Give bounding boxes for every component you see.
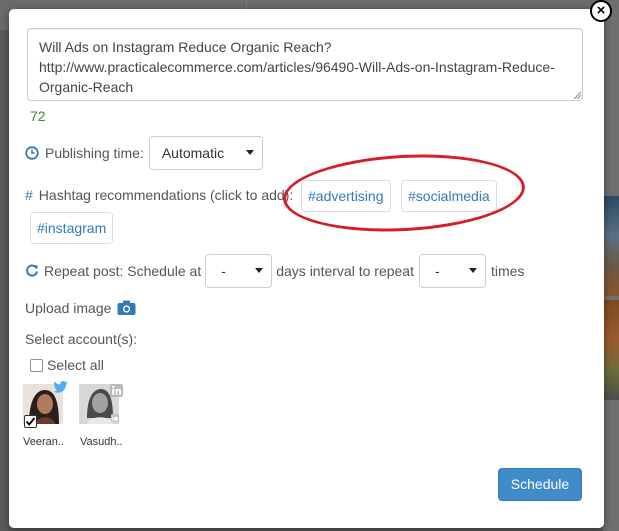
select-all-row[interactable]: Select all (30, 357, 104, 373)
checkmark-icon (25, 417, 36, 426)
close-button[interactable]: × (590, 0, 612, 22)
clock-icon (25, 146, 39, 160)
resize-grip-icon[interactable] (573, 91, 581, 99)
days-interval-label: days interval to repeat (276, 263, 414, 279)
select-all-checkbox[interactable] (30, 358, 43, 372)
publishing-time-value: Automatic (161, 145, 225, 161)
repeat-days-value: - (221, 263, 226, 279)
select-all-label[interactable]: Select all (47, 357, 104, 373)
post-text-input[interactable]: Will Ads on Instagram Reduce Organic Rea… (27, 28, 583, 101)
account-name-veeran: Veeran.. (23, 436, 64, 448)
publishing-time-select[interactable]: Automatic (148, 136, 263, 170)
twitter-icon (53, 381, 68, 393)
repeat-days-select[interactable]: - (205, 254, 273, 288)
camera-icon[interactable] (117, 300, 136, 316)
linkedin-icon (111, 414, 119, 422)
background-image (603, 300, 619, 400)
chevron-down-icon (468, 268, 477, 273)
times-label: times (490, 263, 525, 279)
hash-icon: # (25, 187, 33, 203)
repeat-post-label: Repeat post: Schedule at (44, 263, 202, 279)
character-count: 72 (30, 108, 46, 124)
repeat-times-select[interactable]: - (418, 254, 486, 288)
repeat-post-row: Repeat post: Schedule at - days interval… (25, 254, 524, 288)
schedule-button[interactable]: Schedule (498, 468, 582, 501)
chevron-down-icon (245, 150, 254, 155)
background-image (603, 196, 619, 296)
linkedin-icon (110, 384, 123, 397)
hashtag-row: # Hashtag recommendations (click to add)… (25, 187, 293, 203)
upload-image-row[interactable]: Upload image (25, 298, 136, 318)
publishing-time-label: Publishing time: (45, 145, 144, 161)
select-accounts-label: Select account(s): (25, 331, 138, 347)
publishing-time-row: Publishing time: Automatic (25, 136, 263, 170)
upload-image-label[interactable]: Upload image (25, 300, 111, 316)
hashtag-label: Hashtag recommendations (click to add): (38, 187, 294, 203)
hashtag-instagram[interactable]: #instagram (30, 212, 114, 244)
refresh-icon (26, 264, 38, 277)
chevron-down-icon (255, 268, 264, 273)
repeat-times-value: - (434, 263, 440, 279)
account-checkbox-veeran[interactable] (24, 415, 37, 428)
account-name-vasudh: Vasudh.. (80, 436, 123, 448)
